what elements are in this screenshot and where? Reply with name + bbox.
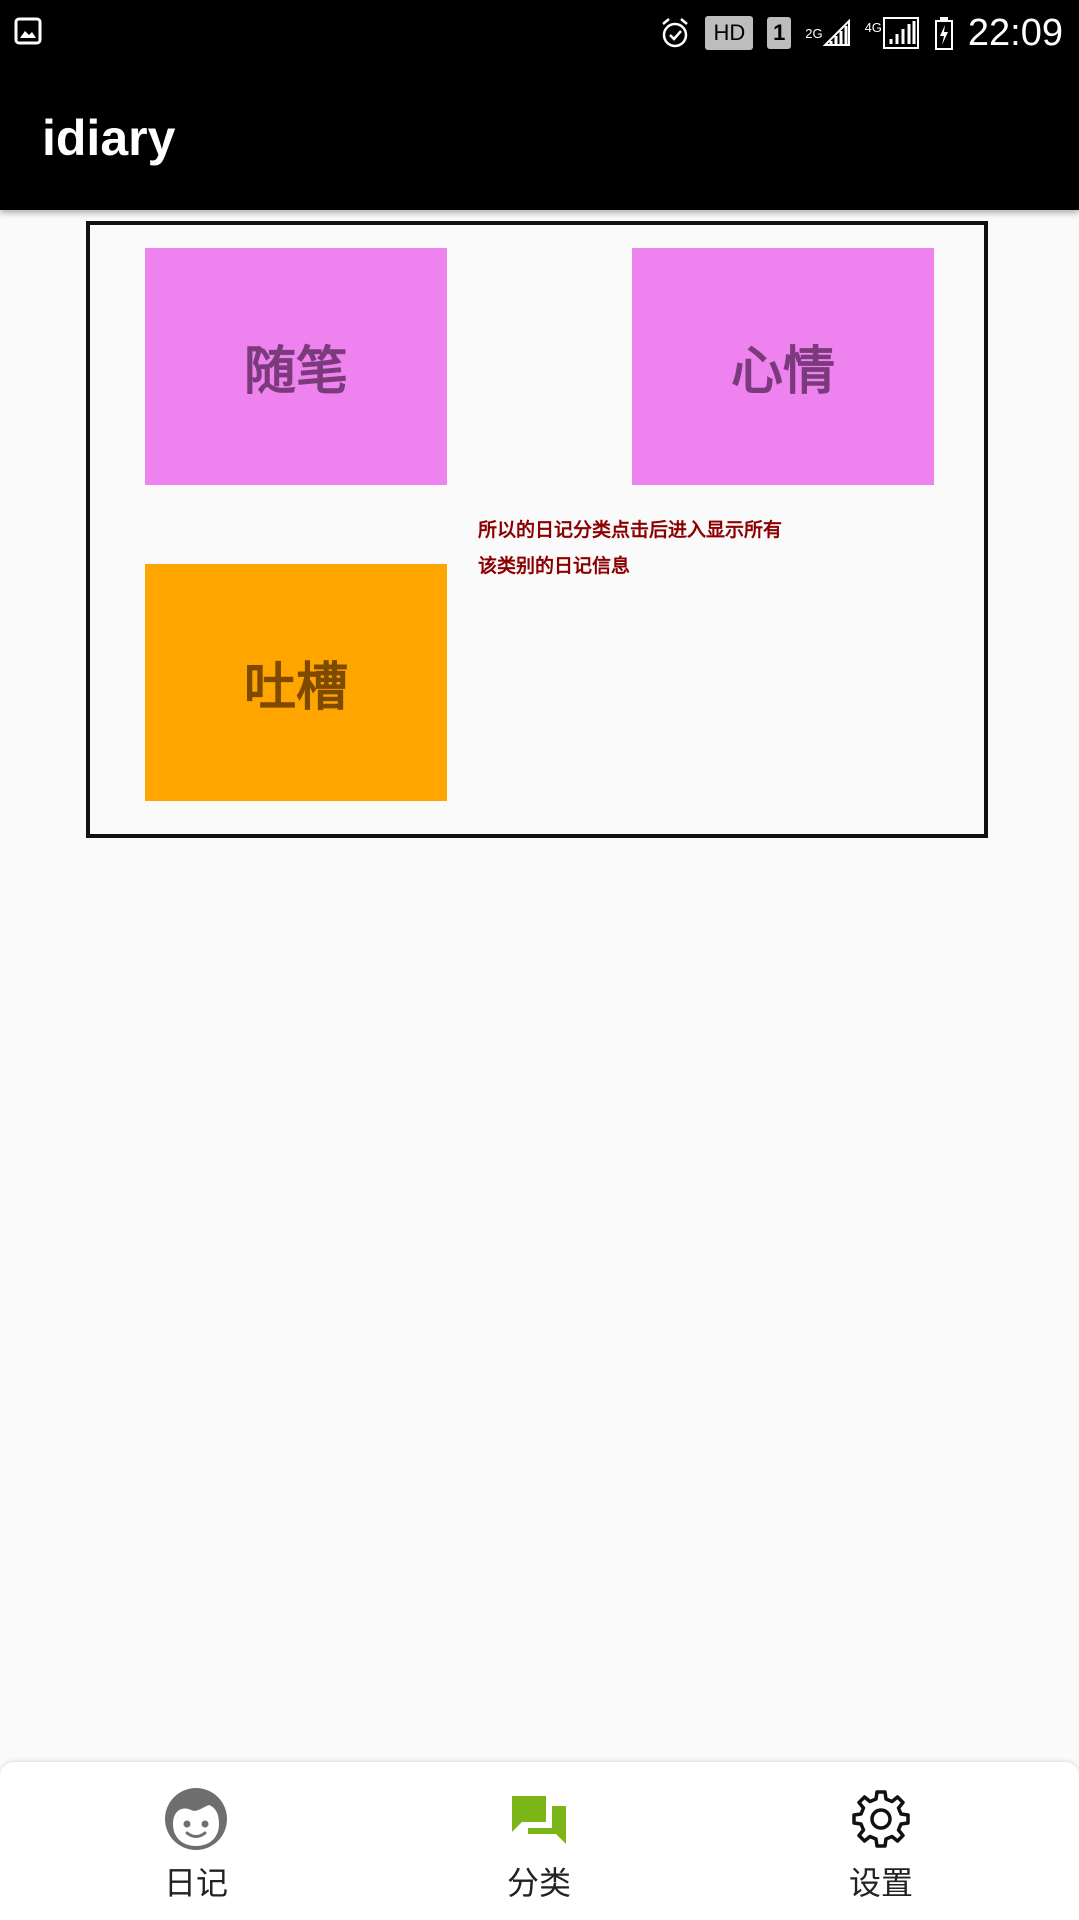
hint-line-2: 该类别的日记信息: [478, 555, 631, 577]
bottom-navigation: 日记 分类 设置: [0, 1762, 1079, 1920]
signal-strength-icon: [822, 19, 850, 46]
clock: 22:09: [967, 11, 1063, 54]
nav-tab-label: 分类: [506, 1864, 571, 1902]
signal-strength-icon: [882, 17, 919, 49]
face-icon: [165, 1788, 227, 1850]
gear-icon: [852, 1790, 910, 1848]
category-tile-essay[interactable]: 随笔: [145, 248, 447, 485]
nav-tab-diary[interactable]: 日记: [96, 1762, 296, 1920]
app-title: idiary: [42, 110, 176, 166]
nav-tab-category[interactable]: 分类: [439, 1762, 639, 1920]
gallery-notification-icon: [14, 17, 42, 45]
battery-charging-icon: [934, 17, 953, 50]
status-bar: HD 1 2G 4G 22:09: [0, 0, 1079, 66]
nav-tab-label: 日记: [163, 1864, 228, 1902]
sim-slot-badge: 1: [767, 17, 792, 49]
hd-voice-badge: HD: [705, 16, 754, 50]
alarm-icon: [662, 18, 689, 48]
sim2-signal: 4G: [865, 15, 920, 51]
category-hint-text: 所以的日记分类点击后进入显示所有 该类别的日记信息: [478, 512, 838, 584]
nav-tab-label: 设置: [848, 1864, 913, 1902]
category-tile-rant[interactable]: 吐槽: [145, 564, 447, 801]
category-tile-mood[interactable]: 心情: [632, 248, 934, 485]
chat-bubbles-icon: [512, 1796, 566, 1844]
category-tile-label: 随笔: [243, 342, 348, 402]
sim1-network-label: 2G: [805, 25, 823, 41]
category-tile-label: 吐槽: [243, 658, 348, 718]
nav-tab-settings[interactable]: 设置: [781, 1762, 981, 1920]
hint-line-1: 所以的日记分类点击后进入显示所有: [478, 519, 783, 541]
category-tile-label: 心情: [730, 342, 835, 402]
app-bar: idiary: [0, 66, 1079, 210]
sim1-signal: 2G: [805, 15, 850, 51]
status-icons: HD 1 2G 4G 22:09: [659, 0, 1063, 66]
sim2-network-label: 4G: [864, 19, 882, 35]
